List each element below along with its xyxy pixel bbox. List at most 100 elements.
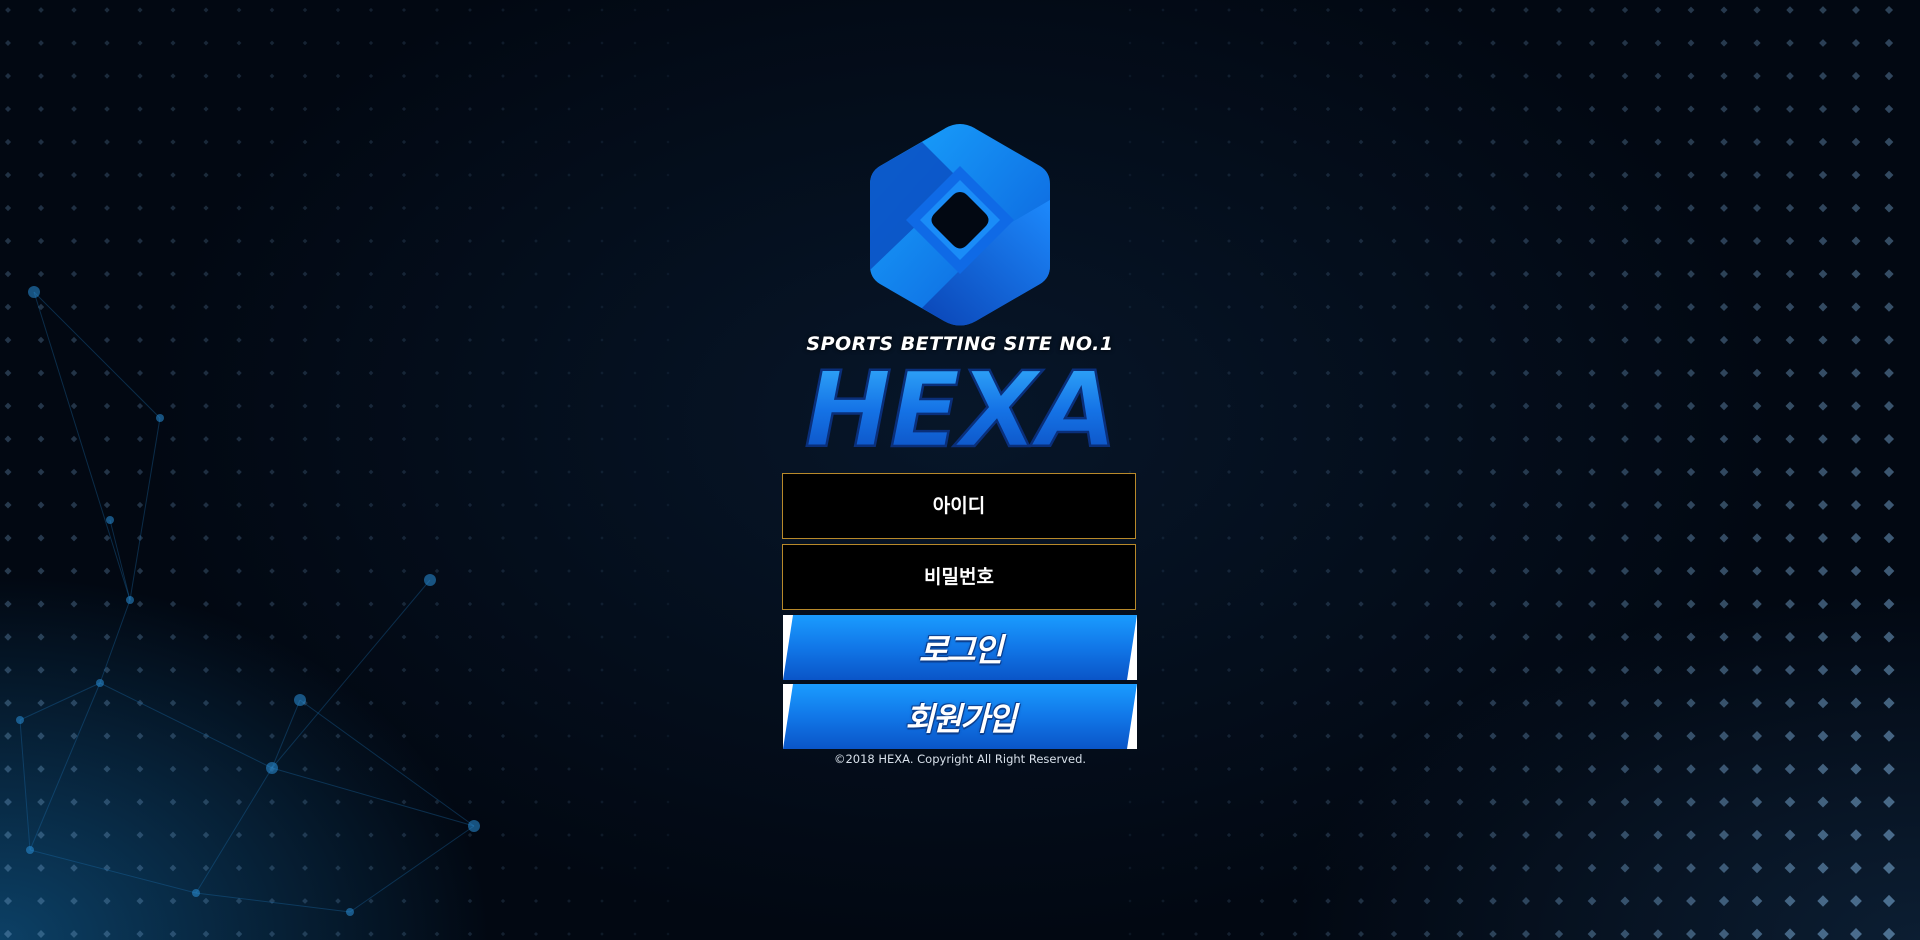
- background-dot: [401, 700, 407, 706]
- background-dot: [1391, 370, 1397, 376]
- background-dot: [1752, 434, 1762, 444]
- background-dot: [1259, 568, 1265, 574]
- background-dot: [1292, 106, 1298, 112]
- background-dot: [1259, 535, 1265, 541]
- background-dot: [1884, 71, 1894, 81]
- background-dot: [1621, 72, 1629, 80]
- background-dot: [1620, 665, 1630, 675]
- background-dot: [1226, 469, 1232, 475]
- background-dot: [335, 337, 341, 343]
- background-dot: [401, 106, 407, 112]
- background-dot: [1653, 797, 1663, 807]
- background-dot: [70, 303, 78, 311]
- background-dot: [1621, 105, 1629, 113]
- background-dot: [500, 634, 506, 640]
- background-dot: [1226, 700, 1232, 706]
- background-dot: [4, 699, 12, 707]
- background-dot: [1687, 72, 1695, 80]
- background-dot: [269, 568, 275, 574]
- background-dot: [666, 239, 670, 243]
- background-dot: [269, 502, 275, 508]
- background-dot: [269, 634, 275, 640]
- background-dot: [666, 668, 670, 672]
- background-dot: [1456, 501, 1464, 509]
- background-dot: [1391, 337, 1397, 343]
- background-dot: [1817, 928, 1829, 940]
- background-dot: [500, 832, 506, 838]
- background-dot: [1588, 6, 1596, 14]
- background-dot: [1424, 40, 1430, 46]
- network-node: [106, 516, 114, 524]
- background-dot: [1653, 830, 1663, 840]
- background-dot: [1194, 41, 1198, 45]
- background-dot: [4, 204, 12, 212]
- background-dot: [567, 866, 571, 870]
- background-dot: [1752, 500, 1762, 510]
- background-dot: [1719, 797, 1729, 807]
- background-dot: [468, 206, 472, 210]
- background-dot: [434, 238, 440, 244]
- background-dot: [1194, 338, 1198, 342]
- background-dot: [401, 304, 407, 310]
- background-dot: [269, 601, 275, 607]
- background-dot: [136, 765, 144, 773]
- background-dot: [1522, 237, 1530, 245]
- background-dot: [1161, 437, 1165, 441]
- background-dot: [1555, 468, 1563, 476]
- background-dot: [1161, 503, 1165, 507]
- background-dot: [302, 370, 308, 376]
- background-dot: [1653, 764, 1663, 774]
- background-dot: [633, 932, 637, 936]
- brand-wordmark: HEXA: [803, 348, 1118, 456]
- background-dot: [4, 534, 12, 542]
- background-dot: [302, 337, 308, 343]
- background-dot: [269, 403, 275, 409]
- background-dot: [666, 899, 670, 903]
- background-dot: [434, 535, 440, 541]
- background-dot: [1226, 733, 1232, 739]
- background-dot: [600, 107, 604, 111]
- background-dot: [1194, 305, 1198, 309]
- background-dot: [1490, 139, 1496, 145]
- background-dot: [434, 337, 440, 343]
- login-button[interactable]: 로그인: [783, 615, 1137, 680]
- background-dot: [4, 831, 12, 839]
- background-dot: [1753, 39, 1761, 47]
- background-dot: [3, 863, 13, 873]
- background-dot: [1292, 337, 1298, 343]
- background-dot: [567, 140, 571, 144]
- background-dot: [1555, 138, 1563, 146]
- background-dot: [103, 435, 111, 443]
- background-dot: [302, 172, 308, 178]
- background-dot: [1161, 470, 1165, 474]
- background-dot: [1423, 930, 1431, 938]
- background-dot: [1128, 833, 1132, 837]
- background-dot: [1457, 7, 1463, 13]
- background-dot: [1817, 895, 1829, 907]
- signup-button[interactable]: 회원가입: [783, 684, 1137, 749]
- background-dot: [1325, 271, 1331, 277]
- background-dot: [600, 734, 604, 738]
- background-dot: [1161, 866, 1165, 870]
- background-dot: [335, 766, 341, 772]
- background-dot: [1259, 469, 1265, 475]
- password-input[interactable]: [783, 544, 1135, 610]
- background-dot: [1292, 271, 1298, 277]
- background-dot: [1227, 305, 1231, 309]
- background-dot: [1489, 831, 1497, 839]
- background-dot: [335, 139, 341, 145]
- background-dot: [37, 369, 45, 377]
- background-dot: [434, 436, 440, 442]
- background-dot: [434, 205, 440, 211]
- background-dot: [500, 469, 506, 475]
- background-dot: [37, 798, 45, 806]
- background-dot: [335, 601, 341, 607]
- background-dot: [1817, 565, 1829, 577]
- background-dot: [104, 73, 110, 79]
- background-dot: [1555, 270, 1563, 278]
- background-dot: [501, 305, 505, 309]
- background-dot: [1817, 697, 1829, 709]
- username-input[interactable]: [783, 473, 1135, 539]
- background-dot: [1884, 38, 1894, 48]
- background-dot: [1621, 402, 1629, 410]
